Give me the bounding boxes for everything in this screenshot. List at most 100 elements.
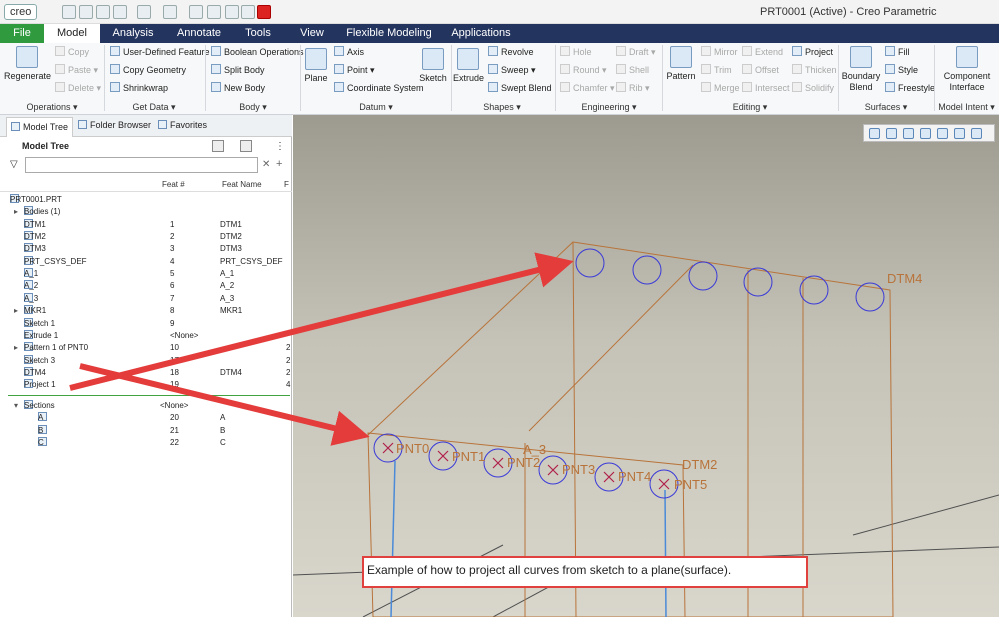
show-icon[interactable] [240,140,252,152]
group-model-intent[interactable]: Model Intent ▾ [935,102,998,113]
tree-row[interactable]: PRT_CSYS_DEF 4 PRT_CSYS_DEF [0,255,292,268]
chamfer-button[interactable]: Chamfer ▾ [560,82,615,95]
boolean-operations-button[interactable]: Boolean Operations [211,46,304,59]
regenerate-button[interactable]: Regenerate [4,46,51,82]
check-icon[interactable] [225,5,239,19]
tree-row[interactable]: Sketch 3 17 2 [0,354,292,367]
tree-row[interactable]: ▸ Bodies (1) [0,206,292,218]
undo-icon[interactable] [113,5,127,19]
tab-applications[interactable]: Applications [444,24,518,43]
new-body-button[interactable]: New Body [211,82,265,95]
tree-row[interactable]: Extrude 1 <None> [0,329,292,342]
extend-button[interactable]: Extend [742,46,783,59]
section-row[interactable]: A 20 A [0,412,292,424]
hole-button[interactable]: Hole [560,46,592,59]
boundary-blend-button[interactable]: Boundary Blend [841,46,881,93]
group-editing[interactable]: Editing ▾ [664,102,836,113]
solidify-button[interactable]: Solidify [792,82,834,95]
project-button[interactable]: Project [792,46,833,59]
tree-row[interactable]: DTM1 1 DTM1 [0,218,292,231]
shell-button[interactable]: Shell [616,64,649,77]
swept-blend-button[interactable]: Swept Blend [488,82,552,95]
merge-button[interactable]: Merge [701,82,740,95]
more-icon[interactable]: ⋮ [275,141,285,152]
graphics-window[interactable]: DTM4 DTM2 A_3 PNT0 PNT1 PNT2 PNT3 PNT4 P… [293,115,999,617]
file-icon[interactable] [241,5,255,19]
add-icon[interactable]: + [276,158,282,170]
expand-icon[interactable]: ▸ [14,206,18,218]
draft-button[interactable]: Draft ▾ [616,46,656,59]
tab-analysis[interactable]: Analysis [104,24,162,43]
open-folder-icon[interactable] [79,5,93,19]
tree-tools-icon[interactable] [212,140,224,152]
mirror-button[interactable]: Mirror [701,46,738,59]
sketch-button[interactable]: Sketch [418,48,448,84]
fill-button[interactable]: Fill [885,46,910,59]
tree-row[interactable]: ▸ Pattern 1 of PNT0 10 2 [0,342,292,354]
close-window-icon[interactable] [257,5,271,19]
pattern-button[interactable]: Pattern [665,46,697,82]
paste-button[interactable]: Paste ▾ [55,64,98,77]
tree-row[interactable]: DTM2 2 DTM2 [0,231,292,243]
col-feat-name[interactable]: Feat Name [222,180,262,189]
tree-row[interactable]: PRT0001.PRT [0,194,292,206]
tree-row[interactable]: A_2 6 A_2 [0,280,292,292]
col-extra[interactable]: F [284,180,289,189]
group-datum[interactable]: Datum ▾ [302,102,450,113]
expand-icon[interactable]: ▸ [14,305,18,317]
regenerate-quick-icon[interactable] [163,5,177,19]
sweep-button[interactable]: Sweep ▾ [488,64,536,77]
tab-tools[interactable]: Tools [236,24,280,43]
windows-icon[interactable] [189,5,203,19]
clear-icon[interactable]: ✕ [262,159,270,170]
new-file-icon[interactable] [62,5,76,19]
section-row[interactable]: C 22 C [0,436,292,449]
section-row[interactable]: B 21 B [0,424,292,437]
revolve-button[interactable]: Revolve [488,46,534,59]
tab-model[interactable]: Model [44,24,100,43]
section-row[interactable]: ▾ Sections <None> [0,400,292,412]
freestyle-button[interactable]: Freestyle [885,82,935,95]
group-surfaces[interactable]: Surfaces ▾ [840,102,932,113]
tab-annotate[interactable]: Annotate [170,24,228,43]
copy-button[interactable]: Copy [55,46,89,59]
expand-icon[interactable]: ▸ [14,342,18,354]
tree-search-input[interactable] [25,157,258,173]
filter-icon[interactable]: ▽ [10,159,18,170]
tree-row[interactable]: Project 1 19 4 [0,379,292,391]
tab-favorites[interactable]: Favorites [158,120,207,130]
tree-row[interactable]: DTM4 18 DTM4 2 [0,366,292,379]
copy-geometry-button[interactable]: Copy Geometry [110,64,186,77]
collapse-icon[interactable]: ▾ [14,400,18,412]
rib-button[interactable]: Rib ▾ [616,82,650,95]
point-button[interactable]: Point ▾ [334,64,375,77]
plane-button[interactable]: Plane [303,48,329,84]
col-feat-num[interactable]: Feat # [162,180,185,189]
offset-button[interactable]: Offset [742,64,779,77]
save-icon[interactable] [96,5,110,19]
group-get-data[interactable]: Get Data ▾ [106,102,202,113]
tab-model-tree[interactable]: Model Tree [6,117,74,137]
group-body[interactable]: Body ▾ [207,102,299,113]
thicken-button[interactable]: Thicken [792,64,837,77]
shrinkwrap-button[interactable]: Shrinkwrap [110,82,168,95]
coordinate-system-button[interactable]: Coordinate System [334,82,424,95]
extrude-button[interactable]: Extrude [453,48,484,84]
tree-row[interactable]: A_3 7 A_3 [0,292,292,305]
tree-row[interactable]: A_1 5 A_1 [0,268,292,280]
delete-button[interactable]: Delete ▾ [55,82,101,95]
tree-row[interactable]: DTM3 3 DTM3 [0,243,292,255]
group-engineering[interactable]: Engineering ▾ [556,102,662,113]
tree-row[interactable]: ▸ MKR1 8 MKR1 [0,305,292,317]
tab-view[interactable]: View [288,24,336,43]
tab-flexible-modeling[interactable]: Flexible Modeling [344,24,434,43]
tab-file[interactable]: File [0,24,44,43]
redo-icon[interactable] [137,5,151,19]
tab-folder-browser[interactable]: Folder Browser [78,120,151,130]
style-button[interactable]: Style [885,64,918,77]
component-interface-button[interactable]: Component Interface [938,46,996,93]
intersect-button[interactable]: Intersect [742,82,790,95]
trim-button[interactable]: Trim [701,64,732,77]
group-operations[interactable]: Operations ▾ [2,102,102,113]
split-body-button[interactable]: Split Body [211,64,265,77]
